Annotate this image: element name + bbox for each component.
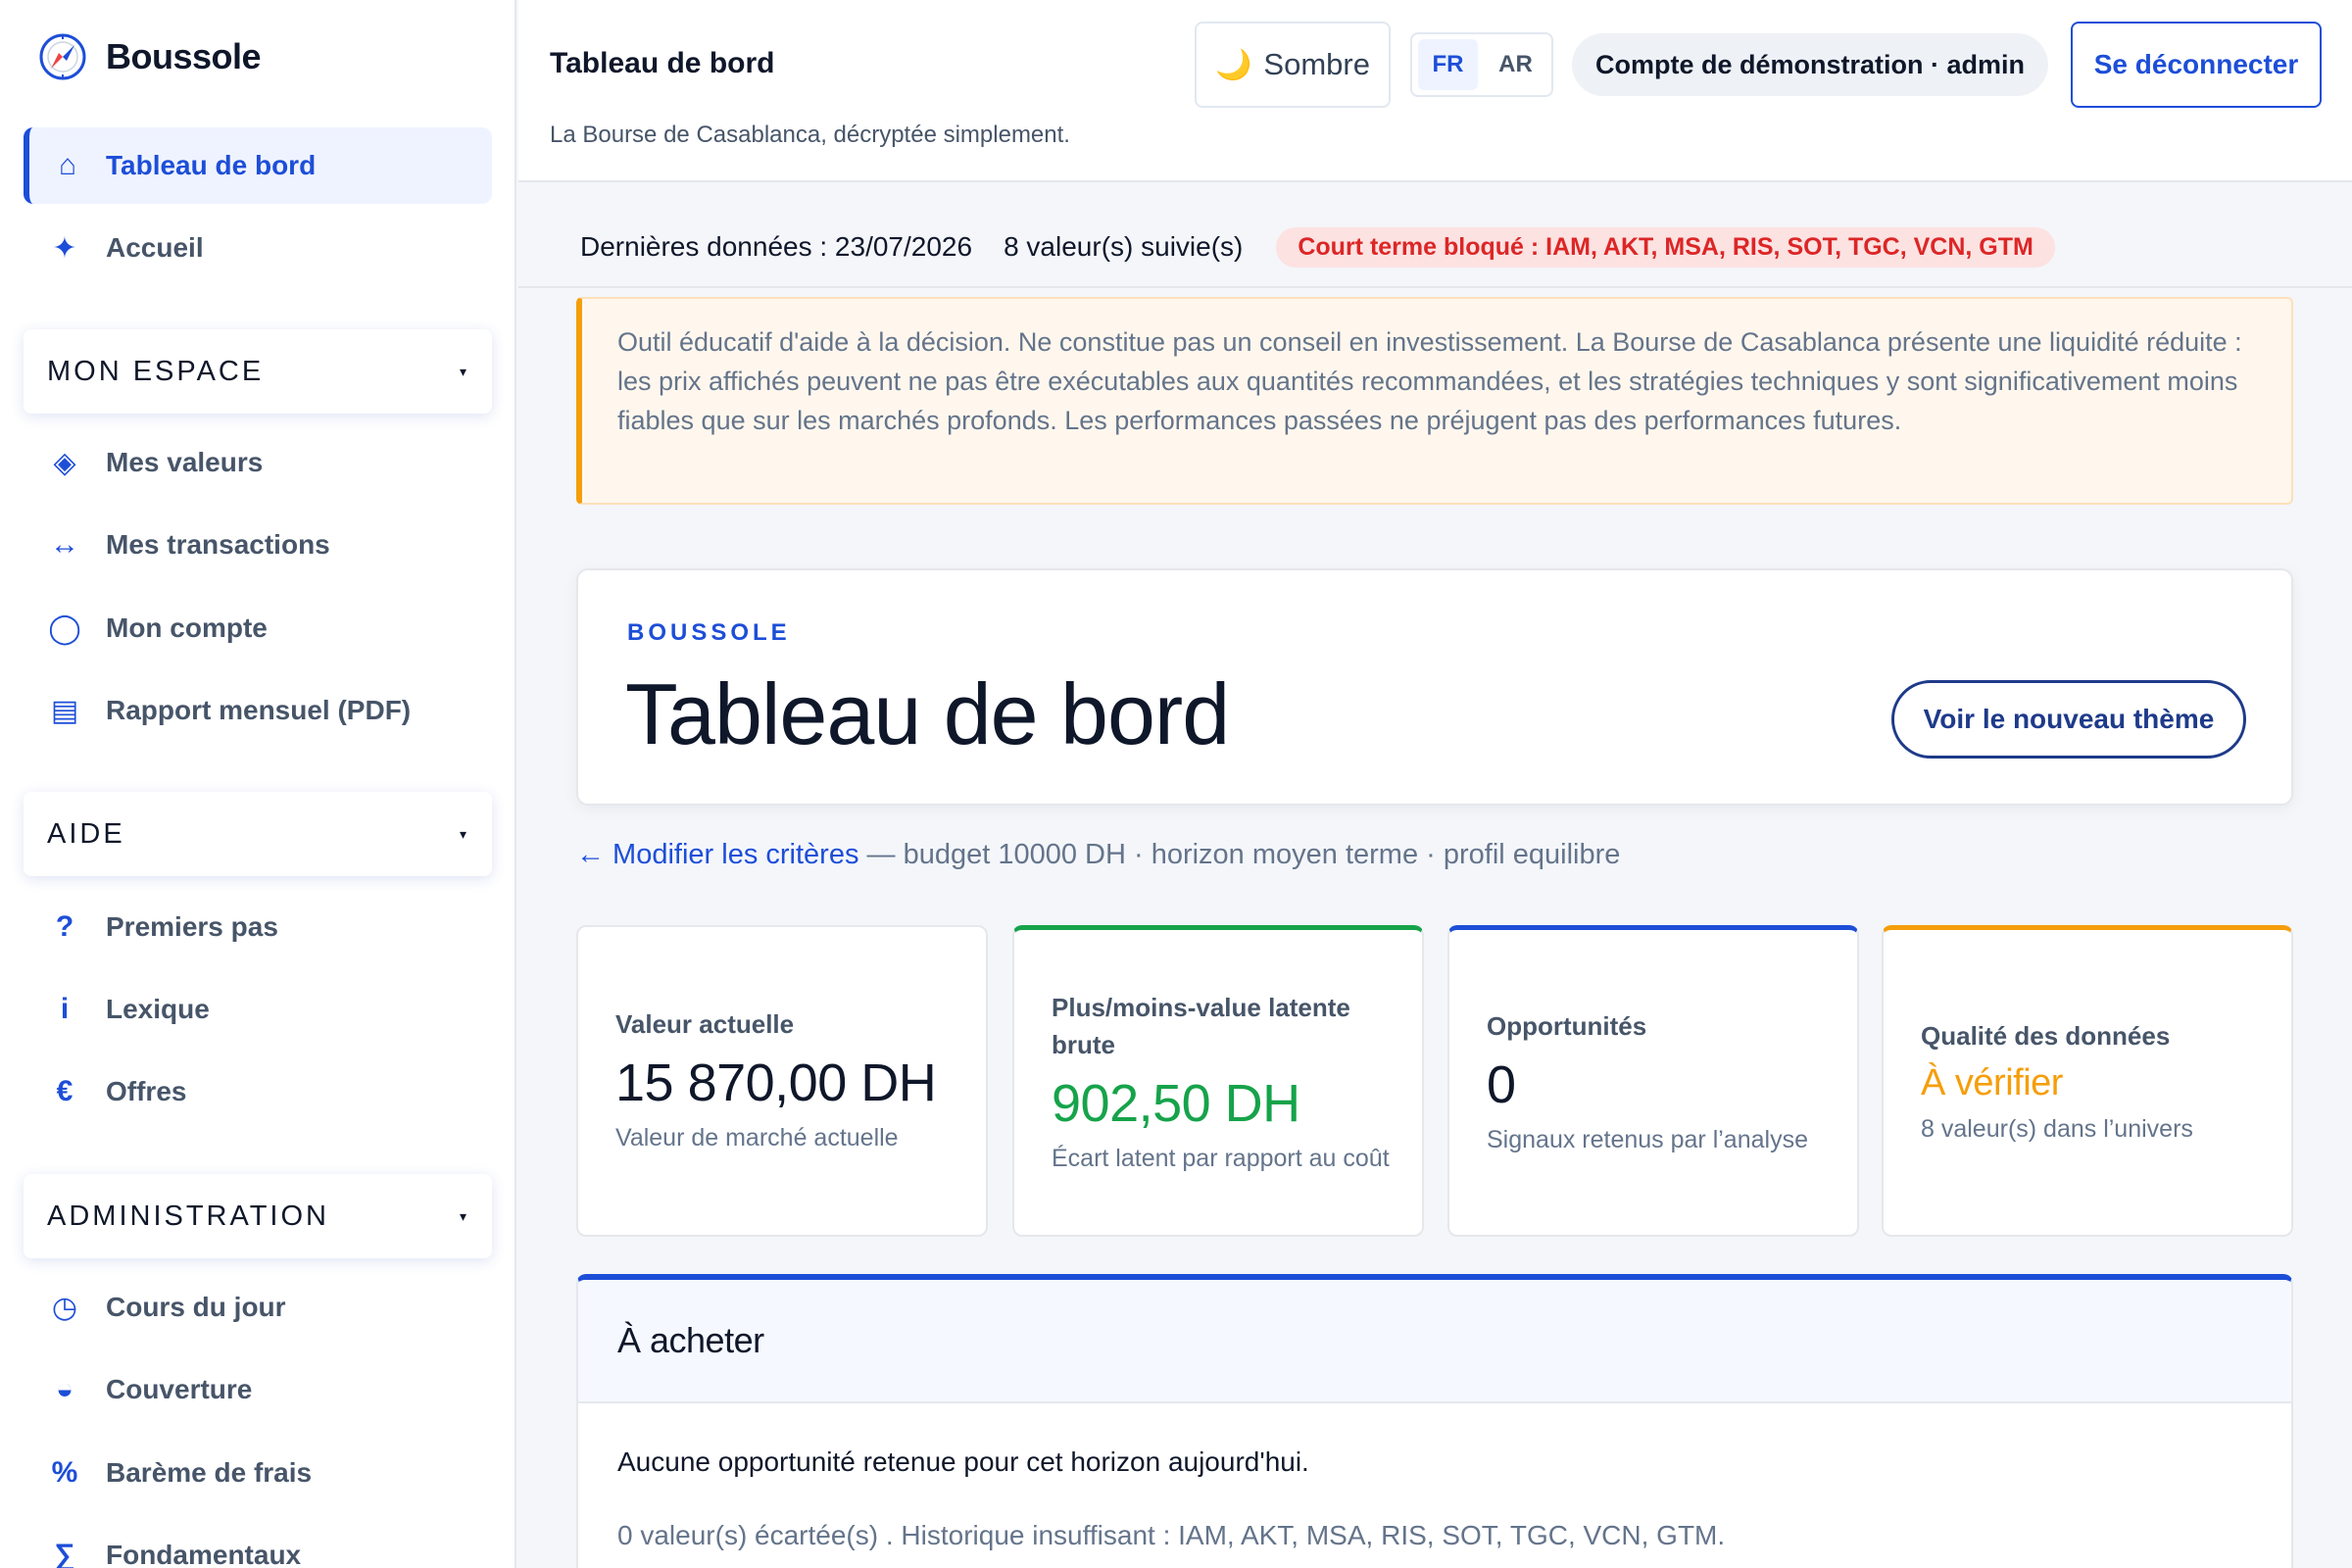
percent-icon: % — [51, 1456, 78, 1489]
buy-empty-message: Aucune opportunité retenue pour cet hori… — [617, 1446, 1309, 1477]
hero-eyebrow: BOUSSOLE — [627, 619, 791, 646]
circle-icon: ◯ — [48, 612, 81, 645]
sidebar-item-cours-du-jour[interactable]: ◷ Cours du jour — [24, 1269, 492, 1346]
arrows-horizontal-icon: ↔ — [50, 528, 79, 561]
top-bar: Tableau de bord La Bourse de Casablanca,… — [518, 0, 2352, 182]
sidebar-item-label: Mon compte — [106, 612, 268, 643]
account-badge[interactable]: Compte de démonstration · admin — [1572, 33, 2049, 96]
kpi-note: Signaux retenus par l’analyse — [1487, 1125, 1808, 1153]
document-icon: ▤ — [50, 694, 79, 727]
sidebar-item-label: Mes valeurs — [106, 447, 264, 477]
hero-title: Tableau de bord — [625, 665, 1230, 762]
kpi-label: Qualité des données — [1921, 1021, 2171, 1051]
language-fr-button[interactable]: FR — [1418, 39, 1478, 90]
section-administration-toggle[interactable]: ADMINISTRATION ▾ — [24, 1174, 492, 1258]
kpi-card-current-value: Valeur actuelle 15 870,00 DH Valeur de m… — [576, 925, 988, 1237]
buy-panel-title: À acheter — [578, 1280, 2291, 1403]
compass-logo-icon — [39, 33, 86, 80]
kpi-label: Opportunités — [1487, 1010, 1647, 1041]
last-data-date: Dernières données : 23/07/2026 — [580, 231, 973, 262]
sidebar-item-label: Accueil — [106, 232, 204, 263]
caret-down-icon: ▾ — [459, 1207, 466, 1224]
sidebar-item-rapport-mensuel[interactable]: ▤ Rapport mensuel (PDF) — [24, 672, 492, 749]
dashboard-hero: BOUSSOLE Tableau de bord Voir le nouveau… — [576, 568, 2293, 806]
kpi-note: 8 valeur(s) dans l’univers — [1921, 1115, 2193, 1143]
sidebar-item-label: Mes transactions — [106, 529, 330, 560]
caret-down-icon: ▾ — [459, 825, 466, 842]
kpi-note: Écart latent par rapport au coût — [1052, 1144, 1390, 1172]
edit-criteria-link[interactable]: ← Modifier les critères — [576, 839, 858, 870]
sidebar-item-label: Offres — [106, 1076, 187, 1106]
page-title: Tableau de bord — [550, 47, 775, 79]
data-status-bar: Dernières données : 23/07/2026 8 valeur(… — [518, 208, 2352, 288]
sidebar-item-fondamentaux[interactable]: ∑ Fondamentaux — [24, 1517, 492, 1568]
kpi-note: Valeur de marché actuelle — [615, 1124, 899, 1152]
logout-button[interactable]: Se déconnecter — [2071, 22, 2322, 108]
buy-panel: À acheter Aucune opportunité retenue pou… — [576, 1274, 2293, 1568]
kpi-value: 0 — [1487, 1054, 1516, 1114]
sigma-icon: ∑ — [54, 1539, 75, 1568]
language-ar-button[interactable]: AR — [1486, 39, 1545, 90]
theme-toggle-label: Sombre — [1263, 47, 1370, 81]
sidebar-item-premiers-pas[interactable]: ? Premiers pas — [24, 889, 492, 965]
question-icon: ? — [55, 910, 74, 943]
sidebar-item-label: Tableau de bord — [106, 150, 317, 180]
sidebar-item-label: Cours du jour — [106, 1292, 286, 1322]
sidebar-item-mes-transactions[interactable]: ↔ Mes transactions — [24, 507, 492, 583]
brand-name: Boussole — [106, 36, 262, 76]
sidebar-item-label: Barème de frais — [106, 1457, 313, 1488]
sidebar-item-mon-compte[interactable]: ◯ Mon compte — [24, 590, 492, 666]
sparkle-icon: ✦ — [52, 231, 77, 265]
sidebar-item-tableau-de-bord[interactable]: ⌂ Tableau de bord — [24, 127, 492, 204]
moon-icon: 🌙 — [1215, 48, 1252, 81]
section-title: ADMINISTRATION — [47, 1200, 329, 1232]
sidebar-item-label: Fondamentaux — [106, 1540, 302, 1568]
section-aide-toggle[interactable]: AIDE ▾ — [24, 792, 492, 876]
kpi-value: À vérifier — [1921, 1062, 2063, 1103]
theme-toggle-button[interactable]: 🌙 Sombre — [1195, 22, 1391, 108]
section-title: MON ESPACE — [47, 355, 265, 387]
sidebar-item-label: Lexique — [106, 994, 210, 1024]
diamond-icon: ◈ — [53, 446, 76, 479]
kpi-card-unrealized-gain: Plus/moins-value latente brute 902,50 DH… — [1012, 925, 1424, 1237]
kpi-label: Valeur actuelle — [615, 1009, 795, 1039]
language-switcher: FR AR — [1410, 32, 1553, 97]
sidebar-item-couverture[interactable]: ◒ Couverture — [24, 1351, 492, 1428]
home-icon: ⌂ — [58, 149, 77, 181]
kpi-card-opportunities: Opportunités 0 Signaux retenus par l’ana… — [1447, 925, 1859, 1237]
half-circle-icon: ◒ — [55, 1373, 74, 1405]
kpi-card-data-quality: Qualité des données À vérifier 8 valeur(… — [1882, 925, 2293, 1237]
sidebar-item-lexique[interactable]: i Lexique — [24, 971, 492, 1048]
brand[interactable]: Boussole — [37, 31, 262, 82]
tracked-count: 8 valeur(s) suivie(s) — [1004, 231, 1244, 262]
kpi-label: Plus/moins-value latente brute — [1052, 992, 1350, 1059]
sidebar-item-mes-valeurs[interactable]: ◈ Mes valeurs — [24, 424, 492, 501]
criteria-line: ← Modifier les critères — budget 10000 D… — [576, 839, 1620, 871]
sidebar-item-bareme-de-frais[interactable]: % Barème de frais — [24, 1435, 492, 1511]
sidebar-item-accueil[interactable]: ✦ Accueil — [24, 210, 492, 286]
section-mon-espace-toggle[interactable]: MON ESPACE ▾ — [24, 329, 492, 414]
sidebar-item-label: Rapport mensuel (PDF) — [106, 695, 412, 725]
investment-disclaimer: Outil éducatif d'aide à la décision. Ne … — [576, 297, 2293, 505]
sidebar: Boussole ⌂ Tableau de bord ✦ Accueil MON… — [0, 0, 516, 1568]
caret-down-icon: ▾ — [459, 363, 466, 379]
sidebar-item-offres[interactable]: € Offres — [24, 1054, 492, 1130]
criteria-summary: — budget 10000 DH · horizon moyen terme … — [858, 839, 1621, 870]
section-title: AIDE — [47, 817, 125, 850]
kpi-value: 902,50 DH — [1052, 1073, 1300, 1133]
euro-icon: € — [56, 1075, 74, 1107]
buy-excluded-note: 0 valeur(s) écartée(s) . Historique insu… — [617, 1520, 1726, 1550]
sidebar-item-label: Couverture — [106, 1374, 253, 1404]
new-theme-button[interactable]: Voir le nouveau thème — [1891, 680, 2246, 759]
sidebar-item-label: Premiers pas — [106, 911, 278, 942]
clock-icon: ◷ — [51, 1291, 78, 1324]
info-icon: i — [60, 993, 70, 1025]
short-term-blocked-badge: Court terme bloqué : IAM, AKT, MSA, RIS,… — [1276, 226, 2055, 268]
page-tagline: La Bourse de Casablanca, décryptée simpl… — [550, 122, 1070, 148]
kpi-value: 15 870,00 DH — [615, 1054, 937, 1112]
